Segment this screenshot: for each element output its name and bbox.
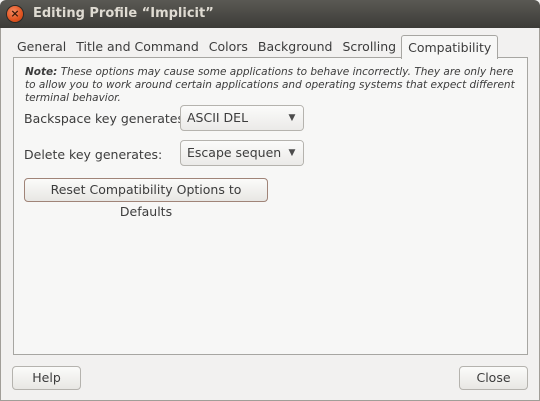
close-button[interactable]: Close: [459, 366, 528, 390]
tab-scrolling[interactable]: Scrolling: [338, 36, 402, 58]
chevron-down-icon: ▼: [281, 106, 303, 130]
delete-value: Escape sequence: [187, 145, 296, 160]
help-button[interactable]: Help: [12, 366, 81, 390]
backspace-label: Backspace key generates:: [24, 111, 189, 126]
backspace-select[interactable]: ASCII DEL ▼: [180, 105, 304, 131]
tab-title-and-command[interactable]: Title and Command: [71, 36, 204, 58]
reset-defaults-button[interactable]: Reset Compatibility Options to Defaults: [24, 178, 268, 219]
tab-compatibility[interactable]: Compatibility: [401, 35, 499, 59]
backspace-value: ASCII DEL: [187, 110, 249, 125]
delete-label: Delete key generates:: [24, 147, 163, 162]
tab-bar: General Title and Command Colors Backgro…: [12, 34, 499, 59]
close-icon[interactable]: ×: [7, 6, 23, 22]
window-title: Editing Profile “Implicit”: [33, 6, 214, 21]
warning-note: Note: These options may cause some appli…: [25, 66, 523, 105]
tab-general[interactable]: General: [12, 36, 71, 58]
note-prefix: Note:: [25, 66, 58, 78]
compatibility-panel: Note: These options may cause some appli…: [13, 57, 528, 355]
chevron-down-icon: ▼: [281, 141, 303, 165]
tab-background[interactable]: Background: [253, 36, 338, 58]
note-text: These options may cause some application…: [25, 66, 515, 104]
delete-select[interactable]: Escape sequence ▼: [180, 140, 304, 166]
tab-colors[interactable]: Colors: [204, 36, 253, 58]
title-bar: × Editing Profile “Implicit”: [0, 0, 540, 28]
